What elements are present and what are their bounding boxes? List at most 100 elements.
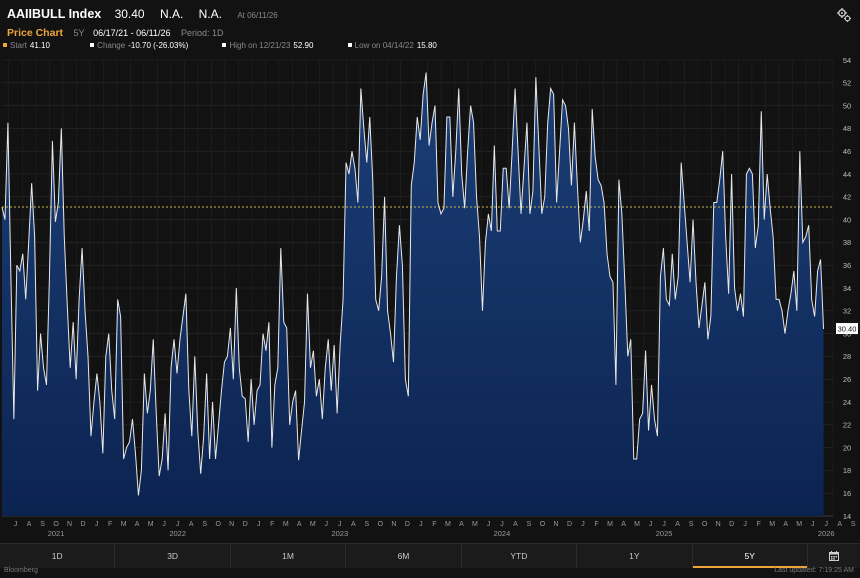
x-month-label: N xyxy=(391,521,396,528)
x-month-label: F xyxy=(757,521,761,528)
x-month-label: M xyxy=(310,521,316,528)
range-button-5y[interactable]: 5Y xyxy=(692,544,808,568)
x-month-label: F xyxy=(594,521,598,528)
x-month-label: D xyxy=(405,521,410,528)
period-code: 5Y xyxy=(73,28,85,38)
x-year-label: 2022 xyxy=(169,529,186,538)
x-month-label: A xyxy=(675,521,680,528)
x-month-label: O xyxy=(702,521,708,528)
legend: Start 41.10 Change -10.70 (-26.03%) High o… xyxy=(3,41,443,50)
x-month-label: N xyxy=(553,521,558,528)
x-month-label: F xyxy=(432,521,436,528)
as-of-date: At 06/11/26 xyxy=(237,11,278,20)
y-tick-label: 40 xyxy=(843,215,851,224)
legend-low: Low on 04/14/22 15.80 xyxy=(347,41,437,50)
range-button-1m[interactable]: 1M xyxy=(231,544,347,568)
y-tick-label: 20 xyxy=(843,443,851,452)
footer: Bloomberg Last updated: 7:19:25 AM xyxy=(0,567,860,578)
last-price: 30.40 xyxy=(114,7,145,21)
x-axis: JASONDJFMAMJJASONDJFMAMJJASONDJFMAMJJASO… xyxy=(14,521,856,538)
x-month-label: M xyxy=(121,521,127,528)
x-month-label: S xyxy=(40,521,45,528)
brand: Bloomberg xyxy=(4,567,38,574)
y-tick-label: 36 xyxy=(843,261,851,270)
x-month-label: M xyxy=(472,521,478,528)
x-month-label: J xyxy=(743,521,747,528)
x-month-label: N xyxy=(67,521,72,528)
x-year-label: 2025 xyxy=(656,529,673,538)
title-row: AAIIBULL Index 30.40 N.A. N.A. At 06/11/… xyxy=(7,7,278,21)
x-month-label: M xyxy=(769,521,775,528)
x-month-label: A xyxy=(783,521,788,528)
x-month-label: S xyxy=(689,521,694,528)
y-tick-label: 52 xyxy=(843,79,851,88)
legend-start: Start 41.10 xyxy=(3,41,50,50)
range-selector: 1D 3D 1M 6M YTD 1Y 5Y xyxy=(0,543,860,568)
x-month-label: A xyxy=(27,521,32,528)
range-button-6m[interactable]: 6M xyxy=(346,544,462,568)
x-month-label: A xyxy=(351,521,356,528)
x-month-label: S xyxy=(527,521,532,528)
range-button-ytd[interactable]: YTD xyxy=(462,544,578,568)
net-change: N.A. xyxy=(159,7,184,21)
x-month-label: J xyxy=(487,521,491,528)
x-month-label: M xyxy=(283,521,289,528)
range-button-1y[interactable]: 1Y xyxy=(577,544,693,568)
low-marker xyxy=(347,43,352,47)
x-month-label: D xyxy=(243,521,248,528)
x-month-label: J xyxy=(162,521,166,528)
x-month-label: J xyxy=(662,521,666,528)
x-month-label: J xyxy=(581,521,585,528)
ticker-name: AAIIBULL Index xyxy=(7,7,102,21)
x-month-label: J xyxy=(811,521,815,528)
start-marker xyxy=(3,43,7,47)
range-button-3d[interactable]: 3D xyxy=(115,544,231,568)
x-month-label: N xyxy=(716,521,721,528)
y-axis: 1416182022242628303234363840424446485052… xyxy=(843,56,851,521)
x-month-label: J xyxy=(500,521,504,528)
y-tick-label: 38 xyxy=(843,238,851,247)
y-tick-label: 22 xyxy=(843,421,851,430)
x-month-label: A xyxy=(837,521,842,528)
x-month-label: D xyxy=(729,521,734,528)
range-button-1d[interactable]: 1D xyxy=(0,544,116,568)
percent-change: N.A. xyxy=(198,7,222,21)
price-area xyxy=(2,72,824,516)
y-tick-label: 24 xyxy=(843,398,851,407)
x-month-label: J xyxy=(14,521,18,528)
y-tick-label: 42 xyxy=(843,193,851,202)
y-tick-label: 44 xyxy=(843,170,851,179)
x-month-label: J xyxy=(338,521,342,528)
x-month-label: M xyxy=(148,521,154,528)
x-month-label: A xyxy=(621,521,626,528)
subheader: Price Chart 5Y 06/17/21 - 06/11/26 Perio… xyxy=(7,27,230,39)
x-year-label: 2024 xyxy=(494,529,511,538)
x-month-label: M xyxy=(634,521,640,528)
x-month-label: A xyxy=(459,521,464,528)
x-month-label: S xyxy=(202,521,207,528)
y-tick-label: 18 xyxy=(843,466,851,475)
x-month-label: O xyxy=(378,521,384,528)
last-price-label: 30.40 xyxy=(836,323,858,335)
x-month-label: S xyxy=(364,521,369,528)
x-month-label: A xyxy=(135,521,140,528)
x-month-label: A xyxy=(189,521,194,528)
last-price-text: 30.40 xyxy=(838,325,857,334)
y-tick-label: 28 xyxy=(843,352,851,361)
x-month-label: J xyxy=(419,521,423,528)
gear-icon[interactable] xyxy=(836,7,852,23)
y-tick-label: 50 xyxy=(843,101,851,110)
change-marker xyxy=(90,43,95,47)
x-month-label: A xyxy=(297,521,302,528)
price-chart[interactable]: 1416182022242628303234363840424446485052… xyxy=(0,56,860,543)
y-tick-label: 32 xyxy=(843,307,851,316)
y-tick-label: 14 xyxy=(843,512,851,521)
x-month-label: J xyxy=(176,521,180,528)
x-month-label: A xyxy=(513,521,518,528)
x-month-label: J xyxy=(95,521,99,528)
x-month-label: M xyxy=(796,521,802,528)
legend-high: High on 12/21/23 52.90 xyxy=(222,41,313,50)
x-year-label: 2021 xyxy=(48,529,65,538)
calendar-icon[interactable] xyxy=(808,544,860,568)
x-month-label: M xyxy=(445,521,451,528)
